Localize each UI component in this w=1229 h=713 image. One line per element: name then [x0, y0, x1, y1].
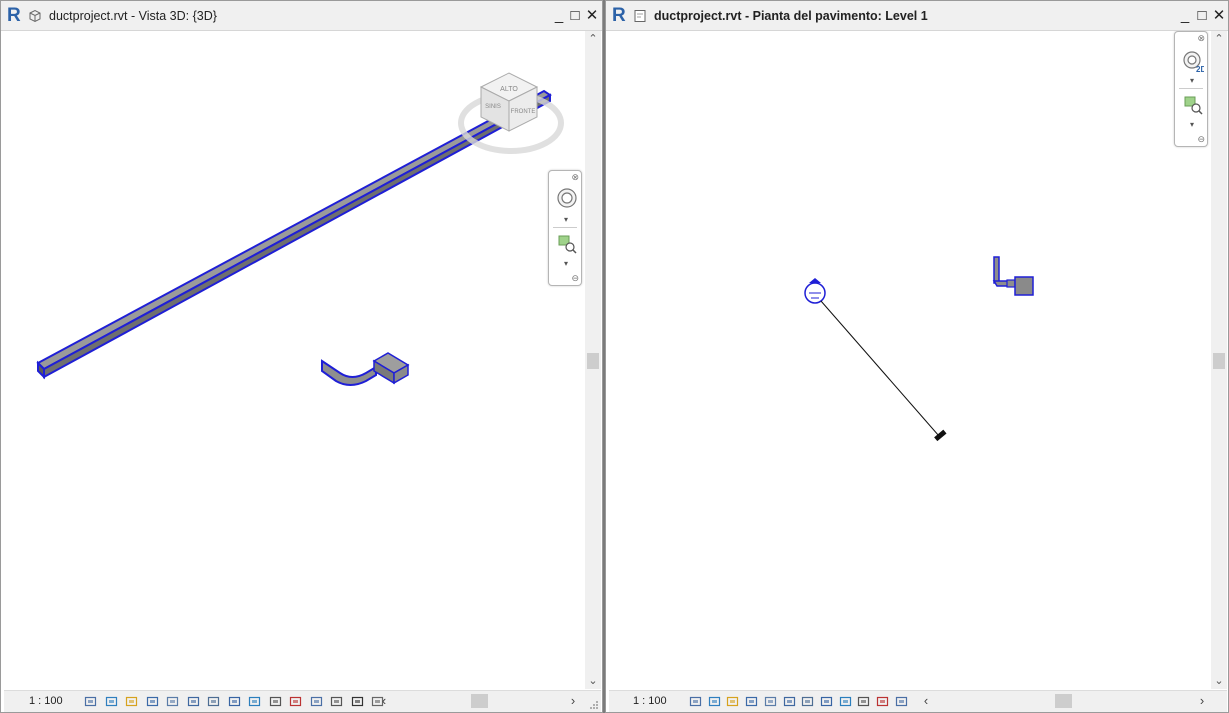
revit-logo-icon[interactable]: R — [612, 6, 628, 25]
worksharing-icon[interactable] — [839, 695, 853, 708]
3d-model-graphics[interactable]: ALTO FRONTE SINIS — [4, 31, 584, 689]
crop-region-icon[interactable] — [764, 695, 778, 708]
scroll-thumb[interactable] — [587, 353, 599, 369]
horizontal-scroll-thumb[interactable] — [471, 694, 488, 708]
show-crop-icon[interactable] — [783, 695, 797, 708]
analytical-model-icon[interactable] — [289, 695, 303, 708]
temporary-view-icon[interactable] — [895, 695, 909, 708]
view-title: ductproject.rvt - Pianta del pavimento: … — [654, 9, 928, 23]
visual-style-icon[interactable] — [708, 695, 722, 708]
show-crop-icon[interactable] — [187, 695, 201, 708]
worksharing-icon[interactable] — [269, 695, 283, 708]
close-button[interactable]: ✕ — [1212, 8, 1226, 24]
navigation-bar[interactable]: ⊗ 2D ▾ ▾ ⊖ — [1174, 31, 1208, 147]
scroll-down-icon[interactable]: ⌄ — [1211, 673, 1227, 689]
steering-wheel-dropdown-icon[interactable]: ▾ — [559, 215, 573, 224]
detail-level-icon[interactable] — [689, 695, 703, 708]
floor-plan-view-icon — [634, 10, 646, 22]
viewcube-top-label: ALTO — [500, 86, 518, 93]
scale-control[interactable]: 1 : 100 — [633, 695, 667, 707]
vertical-scrollbar[interactable]: ⌃ ⌄ — [585, 31, 601, 689]
view-control-bar: 1 : 100 ‹ › — [4, 690, 601, 712]
resize-grip-icon[interactable] — [589, 700, 599, 710]
vertical-scrollbar[interactable]: ⌃ ⌄ — [1211, 31, 1227, 689]
scroll-left-icon[interactable]: ‹ — [378, 693, 390, 708]
view-title: ductproject.rvt - Vista 3D: {3D} — [49, 9, 217, 23]
navbar-close-icon[interactable]: ⊗ — [571, 172, 579, 183]
scale-control[interactable]: 1 : 100 — [29, 695, 63, 707]
shadows-icon[interactable] — [745, 695, 759, 708]
plan-model-graphics[interactable] — [609, 31, 1210, 689]
close-button[interactable]: ✕ — [585, 8, 599, 24]
detail-level-icon[interactable] — [84, 695, 98, 708]
steering-wheel-dropdown-icon[interactable]: ▾ — [1185, 76, 1199, 85]
drawing-canvas-3d[interactable]: ALTO FRONTE SINIS ⊗ ▾ ▾ ⊖ — [4, 31, 584, 689]
shadows-icon[interactable] — [146, 695, 160, 708]
minimize-button[interactable]: _ — [552, 8, 566, 24]
navbar-close-icon[interactable]: ⊗ — [1197, 33, 1205, 44]
minimize-button[interactable]: _ — [1178, 8, 1192, 24]
restore-button[interactable]: □ — [1195, 8, 1209, 24]
reveal-hidden-icon[interactable] — [248, 695, 262, 708]
scroll-thumb[interactable] — [1213, 353, 1225, 369]
reveal-hidden-icon[interactable] — [820, 695, 834, 708]
temporary-hide-icon[interactable] — [801, 695, 815, 708]
elbow-duct-with-terminal[interactable] — [321, 352, 410, 386]
viewcube-side-label: SINIS — [485, 104, 501, 110]
navbar-options-icon[interactable]: ⊖ — [571, 273, 579, 284]
highlight-displacement-icon[interactable] — [310, 695, 324, 708]
scroll-down-icon[interactable]: ⌄ — [585, 673, 601, 689]
plan-duct-terminal[interactable] — [992, 256, 1034, 296]
visual-style-icon[interactable] — [105, 695, 119, 708]
temporary-view-icon[interactable] — [351, 695, 365, 708]
reveal-constraints-icon[interactable] — [876, 695, 890, 708]
scroll-right-icon[interactable]: › — [567, 693, 579, 708]
reveal-constraints-icon[interactable] — [330, 695, 344, 708]
crop-region-icon[interactable] — [166, 695, 180, 708]
2d-steering-wheel-icon[interactable]: 2D — [1182, 50, 1204, 72]
scroll-left-icon[interactable]: ‹ — [920, 693, 932, 708]
steering-wheel-icon[interactable] — [556, 187, 578, 209]
sun-path-icon[interactable] — [125, 695, 139, 708]
view-window-3d[interactable]: R ductproject.rvt - Vista 3D: {3D} _ □ ✕ — [0, 0, 603, 713]
titlebar-3d[interactable]: R ductproject.rvt - Vista 3D: {3D} _ □ ✕ — [1, 1, 602, 31]
analytical-model-icon[interactable] — [857, 695, 871, 708]
long-duct[interactable] — [36, 89, 552, 380]
horizontal-scroll-thumb[interactable] — [1055, 694, 1072, 708]
unlock-3d-icon[interactable] — [207, 695, 221, 708]
scroll-right-icon[interactable]: › — [1196, 693, 1208, 708]
zoom-region-icon[interactable] — [1182, 94, 1204, 116]
temporary-hide-icon[interactable] — [228, 695, 242, 708]
section-marker[interactable] — [804, 278, 947, 442]
nav-2d-label: 2D — [1196, 65, 1204, 72]
titlebar-plan[interactable]: R ductproject.rvt - Pianta del pavimento… — [606, 1, 1228, 31]
view-window-plan[interactable]: R ductproject.rvt - Pianta del pavimento… — [605, 0, 1229, 713]
navigation-bar[interactable]: ⊗ ▾ ▾ ⊖ — [548, 170, 582, 286]
zoom-region-icon[interactable] — [556, 233, 578, 255]
navbar-options-icon[interactable]: ⊖ — [1197, 134, 1205, 145]
view-control-bar: 1 : 100 ‹ › — [609, 690, 1227, 712]
sun-path-icon[interactable] — [726, 695, 740, 708]
scroll-up-icon[interactable]: ⌃ — [1211, 31, 1227, 47]
restore-button[interactable]: □ — [568, 8, 582, 24]
3d-view-icon — [29, 9, 41, 23]
zoom-dropdown-icon[interactable]: ▾ — [559, 259, 573, 268]
viewcube-front-label: FRONTE — [511, 109, 536, 115]
drawing-canvas-plan[interactable]: ⊗ 2D ▾ ▾ ⊖ — [609, 31, 1210, 689]
revit-logo-icon[interactable]: R — [7, 6, 23, 25]
zoom-dropdown-icon[interactable]: ▾ — [1185, 120, 1199, 129]
scroll-up-icon[interactable]: ⌃ — [585, 31, 601, 47]
